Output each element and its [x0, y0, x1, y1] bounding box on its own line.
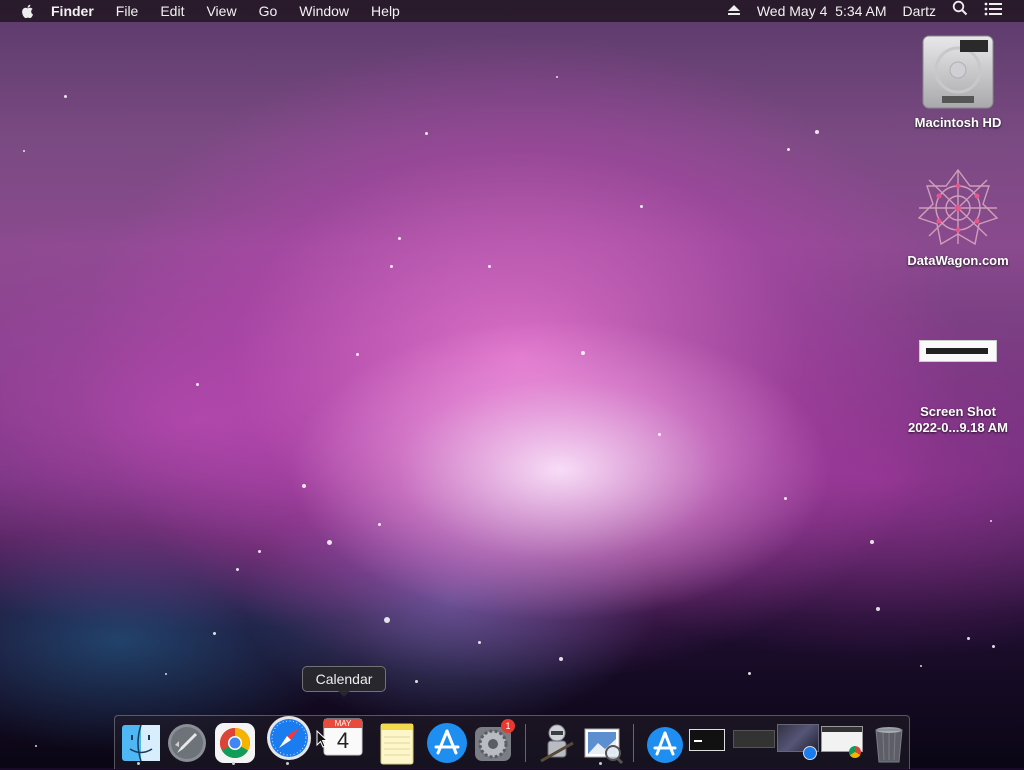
dock-automator[interactable]	[535, 721, 579, 765]
dock-safari[interactable]	[265, 714, 313, 762]
dock-preview[interactable]	[581, 721, 625, 765]
dock-separator	[525, 724, 526, 762]
running-indicator	[599, 762, 602, 765]
dock-finder[interactable]	[119, 721, 163, 765]
notes-icon	[380, 723, 414, 765]
menu-go[interactable]: Go	[248, 0, 289, 22]
safari-icon	[267, 716, 311, 760]
running-indicator	[286, 762, 289, 765]
calendar-month: MAY	[334, 719, 352, 728]
menu-user[interactable]: Dartz	[895, 0, 944, 22]
dock-screenshot-stack-3[interactable]	[777, 724, 821, 768]
desktop-wallpaper	[0, 0, 1024, 768]
running-indicator	[137, 762, 140, 765]
dock-launchpad[interactable]	[165, 721, 209, 765]
screenshot-thumbnail-icon	[733, 730, 775, 748]
menu-view[interactable]: View	[195, 0, 247, 22]
launchpad-icon	[168, 724, 206, 762]
apple-icon[interactable]	[20, 3, 36, 19]
running-indicator	[232, 762, 235, 765]
safari-mini-icon	[803, 746, 817, 760]
spotlight-icon[interactable]	[944, 0, 976, 22]
desktop-item-label: DataWagon.com	[907, 253, 1009, 268]
desktop-item-screenshot[interactable]: Screen Shot 2022-0...9.18 AM	[893, 338, 1023, 436]
chrome-icon	[215, 723, 255, 763]
automator-icon	[540, 724, 574, 763]
dock-notes[interactable]	[375, 721, 419, 765]
menu-file[interactable]: File	[105, 0, 150, 22]
desktop-item-label-line2: 2022-0...9.18 AM	[908, 420, 1008, 435]
menu-help[interactable]: Help	[360, 0, 411, 22]
menu-clock[interactable]: Wed May 4 5:34 AM	[749, 0, 895, 22]
app-menu-finder[interactable]: Finder	[40, 0, 105, 22]
hard-drive-icon	[922, 35, 994, 109]
menu-bar: Finder File Edit View Go Window Help Wed…	[0, 0, 1024, 22]
dock: MAY 4 1	[114, 715, 910, 769]
app-store-download-icon	[647, 727, 683, 763]
dock-screenshot-stack-1[interactable]	[689, 726, 727, 752]
dock-system-preferences[interactable]: 1	[471, 719, 515, 765]
desktop-item-datawagon[interactable]: DataWagon.com	[893, 166, 1023, 269]
desktop-item-macintosh-hd[interactable]: Macintosh HD	[893, 32, 1023, 131]
notification-center-icon[interactable]	[976, 0, 1024, 22]
screenshot-file-icon	[919, 340, 997, 362]
dock-screenshot-stack-4[interactable]	[821, 726, 865, 770]
eject-icon[interactable]	[719, 0, 749, 22]
desktop-item-label-line1: Screen Shot	[920, 404, 996, 419]
notification-badge: 1	[501, 719, 515, 733]
chrome-mini-icon	[849, 746, 861, 758]
dock-tooltip: Calendar	[302, 666, 386, 692]
dock-trash[interactable]	[867, 721, 911, 765]
dock-separator	[633, 724, 634, 762]
preview-icon	[584, 728, 624, 765]
dock-screenshot-stack-2[interactable]	[733, 730, 775, 760]
dock-chrome[interactable]	[213, 721, 257, 765]
desktop-item-label: Macintosh HD	[914, 115, 1002, 130]
finder-icon	[122, 724, 160, 762]
tooltip-arrow	[337, 690, 351, 697]
dock-app-store[interactable]	[425, 721, 469, 765]
screenshot-thumbnail-icon	[689, 729, 725, 751]
menu-edit[interactable]: Edit	[149, 0, 195, 22]
menu-window[interactable]: Window	[288, 0, 360, 22]
trash-icon	[875, 727, 903, 763]
datawagon-icon	[917, 168, 999, 246]
mouse-cursor-icon	[316, 730, 328, 748]
dock-downloads-stack[interactable]	[643, 721, 687, 765]
app-store-icon	[427, 723, 467, 763]
